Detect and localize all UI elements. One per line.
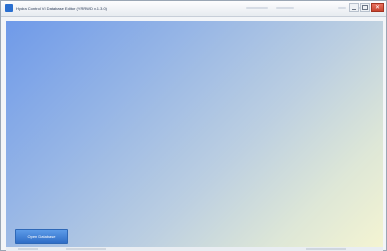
close-icon: ✕ (374, 4, 381, 11)
status-bar (6, 247, 383, 251)
title-bar[interactable]: Hydra Control VI Database Editor (YRRWD … (1, 1, 386, 17)
main-panel: Open Database (6, 21, 383, 247)
minimize-icon (352, 8, 356, 10)
minimize-button[interactable] (349, 3, 359, 12)
window-controls: ✕ (349, 3, 384, 13)
maximize-icon (362, 5, 368, 10)
status-segment (306, 248, 346, 250)
app-window: Hydra Control VI Database Editor (YRRWD … (0, 0, 387, 251)
title-bar-divider (338, 7, 346, 9)
open-database-button[interactable]: Open Database (15, 229, 68, 244)
status-segment (66, 248, 106, 250)
close-button[interactable]: ✕ (371, 3, 384, 12)
window-title: Hydra Control VI Database Editor (YRRWD … (16, 6, 107, 11)
status-segment (18, 248, 38, 250)
title-bar-divider (246, 7, 268, 9)
maximize-button[interactable] (360, 3, 370, 12)
app-icon (5, 4, 13, 12)
title-bar-divider (276, 7, 294, 9)
